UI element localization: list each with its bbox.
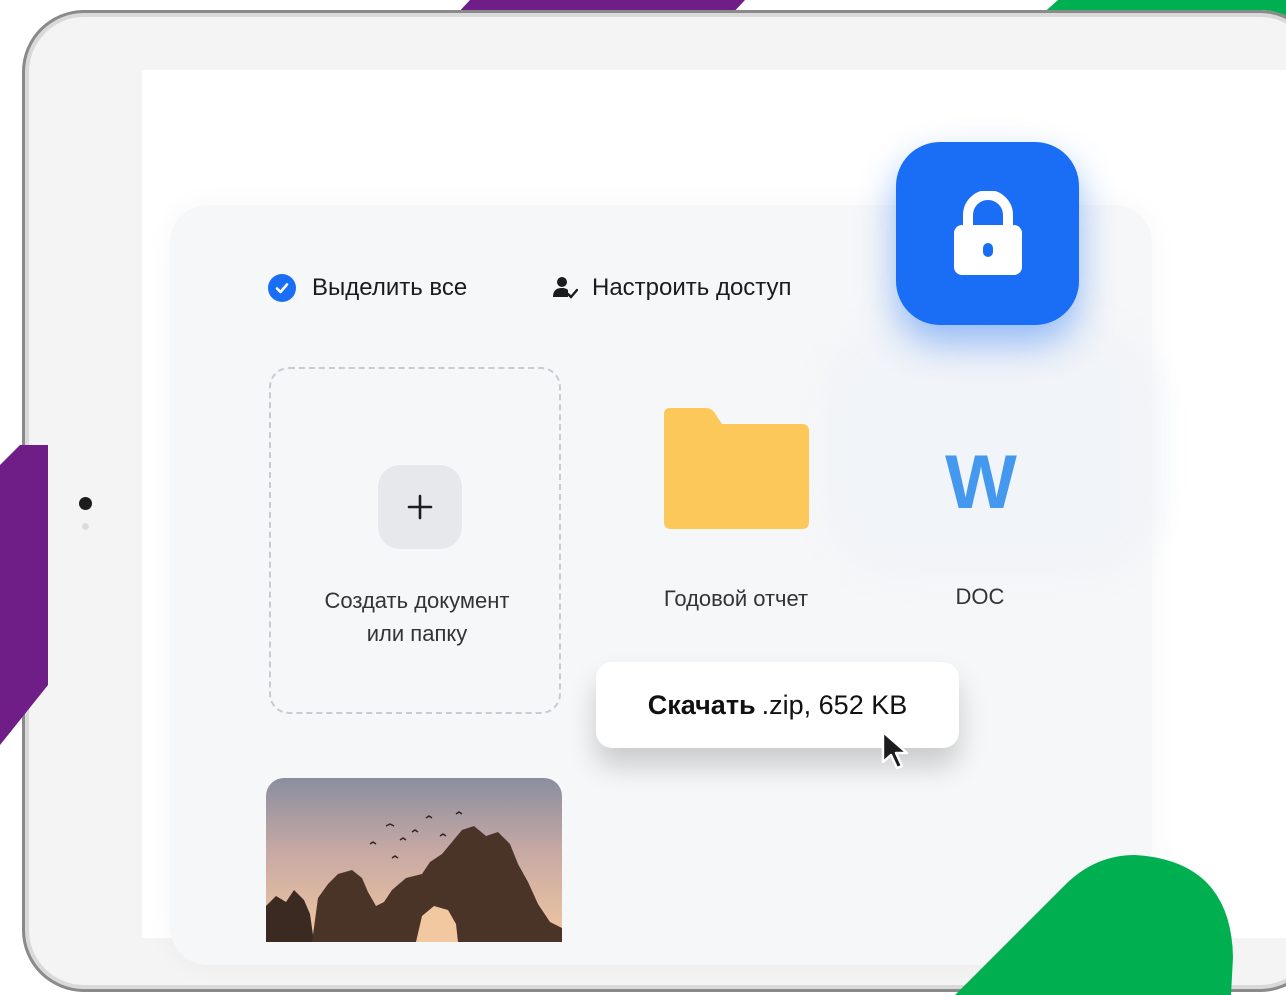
- check-icon: [268, 274, 296, 302]
- configure-access-button[interactable]: Настроить доступ: [552, 274, 792, 302]
- select-all-button[interactable]: Выделить все: [268, 274, 467, 302]
- user-check-icon: [552, 275, 579, 301]
- cursor-icon: [881, 730, 909, 770]
- download-action: Скачать: [647, 689, 756, 720]
- select-all-label: Выделить все: [312, 274, 468, 301]
- lock-button[interactable]: [896, 142, 1079, 325]
- folder-icon: [664, 408, 809, 529]
- doc-label: DOC: [955, 584, 1005, 609]
- create-label-line1: Создать документ: [324, 588, 510, 613]
- sensor: [82, 523, 89, 530]
- lock-icon: [953, 190, 1022, 275]
- download-details: .zip, 652 KB: [761, 689, 908, 720]
- photo-thumbnail[interactable]: [266, 778, 562, 942]
- plus-icon: [407, 494, 433, 520]
- camera: [79, 497, 92, 510]
- configure-access-label: Настроить доступ: [592, 274, 792, 301]
- create-label-line2: или папку: [366, 621, 468, 646]
- create-document-label: Создать документ или папку: [271, 584, 563, 650]
- landscape-image: [266, 778, 562, 942]
- svg-text:W: W: [945, 448, 1017, 510]
- create-document-tile[interactable]: Создать документ или папку: [269, 367, 561, 714]
- purple-stripe-left: [0, 445, 48, 745]
- plus-button[interactable]: [378, 465, 462, 549]
- word-doc-icon: W: [945, 448, 1017, 510]
- green-shape: [955, 855, 1233, 995]
- folder-label: Годовой отчет: [663, 586, 809, 611]
